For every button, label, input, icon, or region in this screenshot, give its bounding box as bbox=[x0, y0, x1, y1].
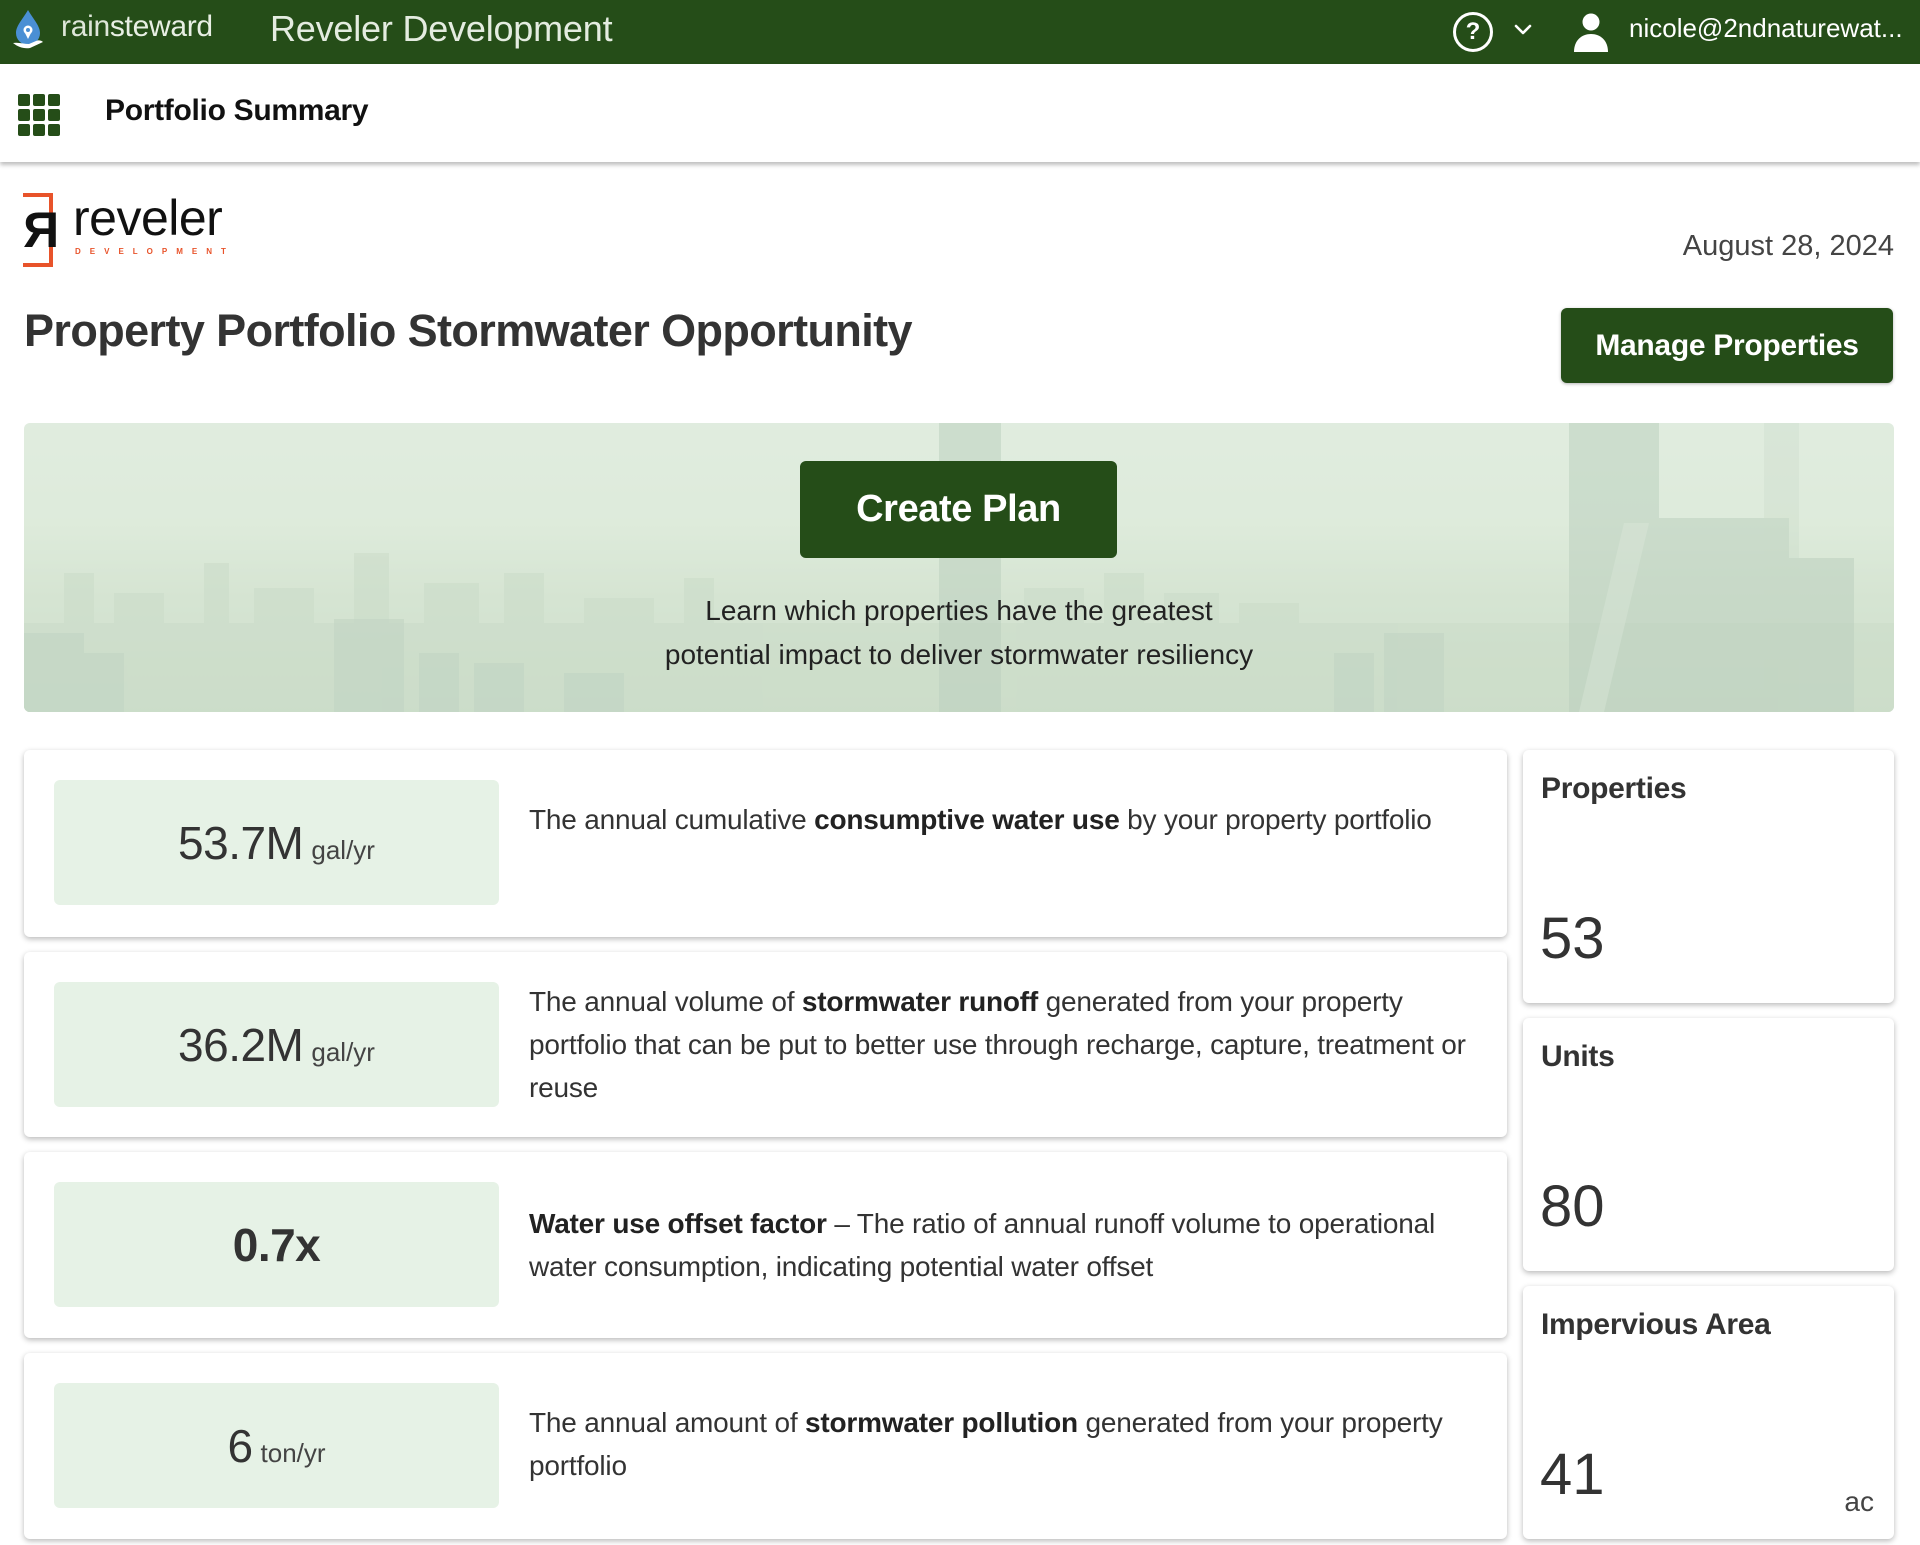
metric-desc-highlight: stormwater pollution bbox=[805, 1407, 1078, 1438]
metric-desc-text: The annual amount of bbox=[529, 1407, 805, 1438]
metric-desc-text: by your property portfolio bbox=[1119, 804, 1432, 835]
create-plan-button[interactable]: Create Plan bbox=[800, 461, 1117, 558]
company-logo: R reveler DEVELOPMENT bbox=[23, 191, 243, 271]
metric-unit: ton/yr bbox=[260, 1438, 326, 1468]
metric-value: 36.2M bbox=[178, 1018, 304, 1071]
banner-text-line: potential impact to deliver stormwater r… bbox=[664, 639, 1254, 670]
stat-unit: ac bbox=[1844, 1486, 1874, 1517]
apps-grid-dot bbox=[48, 94, 60, 106]
user-icon[interactable] bbox=[1572, 12, 1610, 52]
metric-desc-highlight: stormwater runoff bbox=[801, 986, 1039, 1017]
stat-value: 80 bbox=[1540, 1174, 1605, 1239]
stat-card-properties: Properties 53 bbox=[1523, 750, 1894, 1003]
metric-value-box: 53.7M gal/yr bbox=[54, 780, 499, 905]
metric-description: The annual volume of stormwater runoff g… bbox=[529, 980, 1467, 1109]
metric-desc-text: The annual cumulative bbox=[529, 804, 815, 835]
metric-value-box: 6 ton/yr bbox=[54, 1383, 499, 1508]
logo-mark: R bbox=[23, 202, 60, 258]
metric-unit: gal/yr bbox=[311, 835, 375, 865]
stat-value: 41 bbox=[1540, 1442, 1605, 1507]
water-drop-hand-icon bbox=[13, 10, 43, 49]
metric-value: 53.7M bbox=[178, 816, 304, 869]
manage-properties-button[interactable]: Manage Properties bbox=[1561, 308, 1893, 383]
chevron-down-icon[interactable] bbox=[1512, 18, 1534, 40]
stat-label: Properties bbox=[1541, 772, 1687, 805]
metric-value-box: 36.2M gal/yr bbox=[54, 982, 499, 1107]
stat-card-units: Units 80 bbox=[1523, 1018, 1894, 1271]
report-date: August 28, 2024 bbox=[1682, 230, 1894, 262]
page-name: Portfolio Summary bbox=[105, 94, 369, 127]
stat-value: 53 bbox=[1540, 906, 1605, 971]
apps-grid-dot bbox=[18, 124, 30, 136]
metric-description: The annual amount of stormwater pollutio… bbox=[529, 1401, 1467, 1487]
apps-grid-dot bbox=[48, 124, 60, 136]
metric-description: Water use offset factor – The ratio of a… bbox=[529, 1202, 1467, 1288]
metric-desc-highlight: consumptive water use bbox=[814, 804, 1120, 835]
apps-grid-dot bbox=[33, 94, 45, 106]
brand-name-bold: steward bbox=[109, 10, 213, 43]
banner-description: Learn which properties have the greatest… bbox=[24, 589, 1894, 677]
stat-label: Units bbox=[1541, 1040, 1615, 1073]
metric-value: 6 bbox=[227, 1419, 253, 1472]
stat-label: Impervious Area bbox=[1541, 1308, 1771, 1341]
help-button[interactable]: ? bbox=[1453, 12, 1493, 52]
stat-card-impervious-area: Impervious Area 41 ac bbox=[1523, 1286, 1894, 1539]
metric-card-water-use: 53.7M gal/yr The annual cumulative consu… bbox=[24, 750, 1507, 937]
brand-name[interactable]: rainsteward bbox=[61, 10, 213, 44]
top-navigation-bar: rainsteward Reveler Development ? nicole… bbox=[0, 0, 1920, 64]
page-header-bar: Portfolio Summary bbox=[0, 64, 1920, 162]
apps-grid-dot bbox=[18, 109, 30, 121]
brand-name-light: rain bbox=[61, 10, 110, 43]
apps-grid-dot bbox=[18, 94, 30, 106]
apps-grid-dot bbox=[33, 109, 45, 121]
metric-card-pollution: 6 ton/yr The annual amount of stormwater… bbox=[24, 1353, 1507, 1539]
logo-subtitle: DEVELOPMENT bbox=[75, 247, 235, 256]
metric-card-offset-factor: 0.7x Water use offset factor – The ratio… bbox=[24, 1152, 1507, 1338]
apps-grid-dot bbox=[48, 109, 60, 121]
metric-card-runoff: 36.2M gal/yr The annual volume of stormw… bbox=[24, 952, 1507, 1137]
metric-desc-text: The annual volume of bbox=[529, 986, 802, 1017]
apps-grid-icon[interactable] bbox=[18, 94, 60, 136]
metric-value: 0.7x bbox=[232, 1218, 321, 1271]
apps-grid-dot bbox=[33, 124, 45, 136]
create-plan-banner: Create Plan Learn which properties have … bbox=[24, 423, 1894, 712]
metric-unit: gal/yr bbox=[311, 1037, 375, 1067]
organization-name: Reveler Development bbox=[270, 8, 613, 49]
metric-desc-highlight: Water use offset factor bbox=[529, 1208, 827, 1239]
metric-description: The annual cumulative consumptive water … bbox=[529, 798, 1467, 841]
user-account-menu[interactable]: nicole@2ndnaturewat... bbox=[1629, 13, 1903, 44]
logo-wordmark: reveler bbox=[73, 190, 223, 246]
page-title: Property Portfolio Stormwater Opportunit… bbox=[24, 305, 913, 356]
banner-text-line: Learn which properties have the greatest bbox=[705, 595, 1213, 626]
metric-value-box: 0.7x bbox=[54, 1182, 499, 1307]
help-circle-icon: ? bbox=[1465, 18, 1481, 45]
